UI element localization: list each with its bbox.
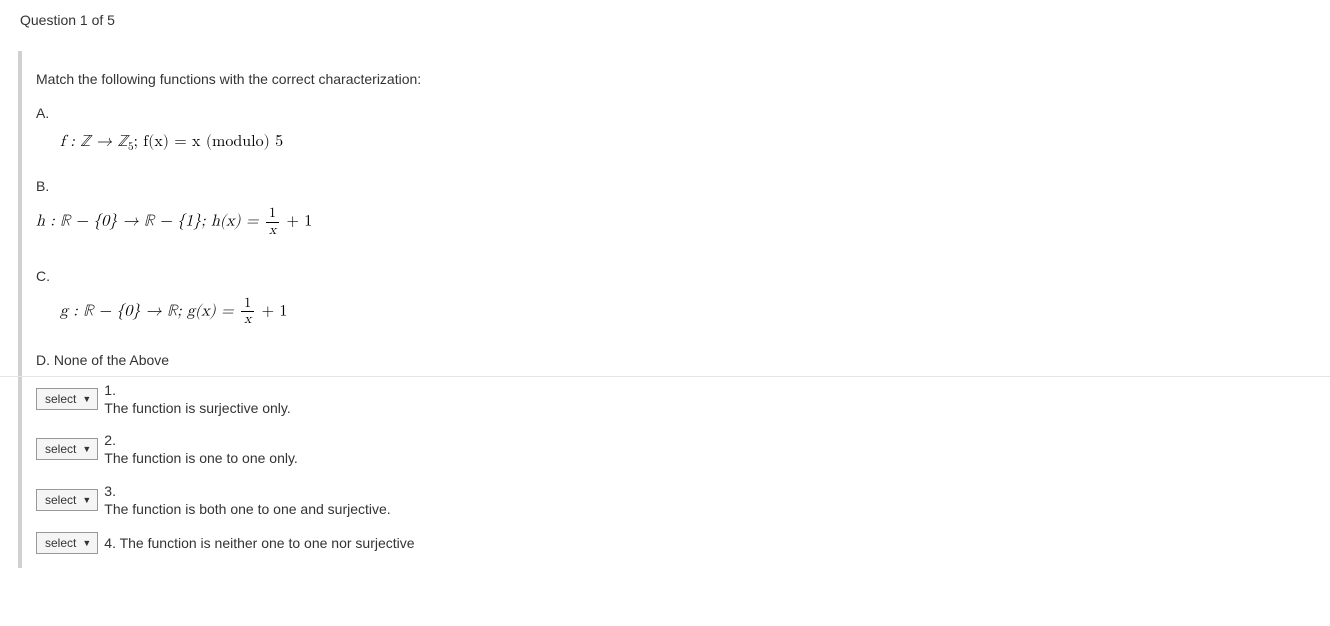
select-dropdown-2[interactable]: select ▼ [36,438,98,460]
match-num-2: 2. [104,431,298,449]
question-content: Match the following functions with the c… [36,51,1330,568]
select-label: select [45,536,76,550]
formula-b-post: + 1 [281,214,312,230]
caret-down-icon: ▼ [82,394,91,404]
option-a-label: A. [36,105,1330,121]
formula-b-den: x [266,223,279,238]
select-dropdown-1[interactable]: select ▼ [36,388,98,410]
match-row-2: select ▼ 2. The function is one to one o… [36,431,1330,467]
option-c-formula: g : ℝ − {0} → ℝ; g(x) = 1x + 1 [60,296,1330,328]
select-label: select [45,493,76,507]
caret-down-icon: ▼ [82,495,91,505]
option-a-formula: f : ℤ → ℤ5; f(x) = x (modulo) 5 [60,133,1330,154]
question-counter: Question 1 of 5 [0,0,1330,36]
formula-c-pre: g : ℝ − {0} → ℝ; g(x) = [60,303,239,319]
match-row-1: select ▼ 1. The function is surjective o… [36,381,1330,417]
match-num-3: 3. [104,482,390,500]
match-text-1: 1. The function is surjective only. [104,381,291,417]
formula-c-post: + 1 [256,303,287,319]
matching-section: select ▼ 1. The function is surjective o… [36,377,1330,554]
content-wrapper: Match the following functions with the c… [0,51,1330,568]
match-desc-3: The function is both one to one and surj… [104,500,390,518]
formula-c-fraction: 1x [241,296,254,328]
select-label: select [45,442,76,456]
match-row-3: select ▼ 3. The function is both one to … [36,482,1330,518]
match-row-4: select ▼ 4. The function is neither one … [36,532,1330,554]
caret-down-icon: ▼ [82,444,91,454]
select-dropdown-3[interactable]: select ▼ [36,489,98,511]
formula-b-pre: h : ℝ − {0} → ℝ − {1}; h(x) = [36,214,264,230]
option-c-label: C. [36,268,1330,284]
match-text-3: 3. The function is both one to one and s… [104,482,390,518]
formula-b-num: 1 [266,206,279,222]
caret-down-icon: ▼ [82,538,91,548]
left-indicator-bar [18,51,22,568]
option-d-label: D. None of the Above [36,352,1330,368]
match-num-1: 1. [104,381,291,399]
instruction-text: Match the following functions with the c… [36,71,1330,87]
option-b-label: B. [36,178,1330,194]
formula-c-den: x [241,312,254,327]
match-text-4: 4. The function is neither one to one no… [104,535,414,551]
formula-c-num: 1 [241,296,254,312]
match-desc-1: The function is surjective only. [104,399,291,417]
formula-a-pre: f : ℤ → ℤ [60,134,128,150]
match-desc-2: The function is one to one only. [104,449,298,467]
match-text-2: 2. The function is one to one only. [104,431,298,467]
formula-b-fraction: 1x [266,206,279,238]
select-label: select [45,392,76,406]
option-b-formula: h : ℝ − {0} → ℝ − {1}; h(x) = 1x + 1 [36,206,1330,238]
select-dropdown-4[interactable]: select ▼ [36,532,98,554]
formula-a-post: ; f(x) = x (modulo) 5 [133,134,283,150]
